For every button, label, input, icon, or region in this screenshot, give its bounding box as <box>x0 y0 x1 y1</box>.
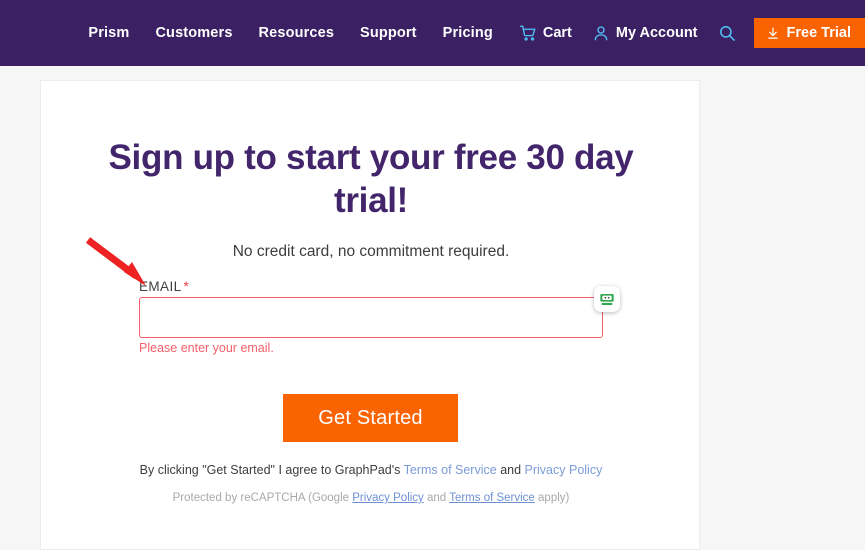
page-title: Sign up to start your free 30 day trial! <box>108 138 634 220</box>
roboform-autofill-icon[interactable] <box>594 286 620 312</box>
free-trial-button[interactable]: Free Trial <box>753 18 865 48</box>
get-started-button[interactable]: Get Started <box>283 394 458 442</box>
recaptcha-prefix: Protected by reCAPTCHA (Google <box>172 492 353 504</box>
free-trial-label: Free Trial <box>786 25 851 41</box>
top-navigation-bar: Prism Customers Resources Support Pricin… <box>0 0 865 66</box>
cart-label: Cart <box>542 25 572 41</box>
signup-card: Sign up to start your free 30 day trial!… <box>40 80 700 550</box>
terms-of-service-link[interactable]: Terms of Service <box>404 463 497 477</box>
recaptcha-suffix: apply) <box>534 492 570 504</box>
legal-consent-text: By clicking "Get Started" I agree to Gra… <box>71 461 671 479</box>
nav-item-support[interactable]: Support <box>360 25 417 41</box>
recaptcha-terms-of-service-link[interactable]: Terms of Service <box>449 492 535 504</box>
nav-utility-group: Cart My Account <box>519 24 736 42</box>
recaptcha-notice: Protected by reCAPTCHA (Google Privacy P… <box>71 490 671 507</box>
primary-nav-links: Prism Customers Resources Support Pricin… <box>88 25 492 41</box>
email-field-label: EMAIL * <box>139 279 189 294</box>
page-subtitle: No credit card, no commitment required. <box>232 243 510 260</box>
recaptcha-privacy-policy-link[interactable]: Privacy Policy <box>352 492 424 504</box>
email-error-message: Please enter your email. <box>139 341 274 355</box>
download-arrow-icon <box>766 26 780 41</box>
user-person-icon <box>592 24 610 42</box>
required-asterisk: * <box>183 279 190 294</box>
legal-conjunction: and <box>496 463 525 477</box>
nav-item-resources[interactable]: Resources <box>259 25 335 41</box>
cart-link[interactable]: Cart <box>519 24 572 42</box>
shopping-cart-icon <box>519 24 537 42</box>
privacy-policy-link[interactable]: Privacy Policy <box>525 463 603 477</box>
email-label-text: EMAIL <box>139 279 182 294</box>
my-account-link[interactable]: My Account <box>592 24 698 42</box>
search-icon[interactable] <box>718 24 736 42</box>
nav-item-prism[interactable]: Prism <box>88 25 129 41</box>
email-input[interactable] <box>139 297 603 338</box>
legal-prefix: By clicking "Get Started" I agree to Gra… <box>139 463 404 477</box>
nav-item-pricing[interactable]: Pricing <box>443 25 493 41</box>
nav-item-customers[interactable]: Customers <box>155 25 232 41</box>
my-account-label: My Account <box>615 25 698 41</box>
recaptcha-conjunction: and <box>423 492 450 504</box>
